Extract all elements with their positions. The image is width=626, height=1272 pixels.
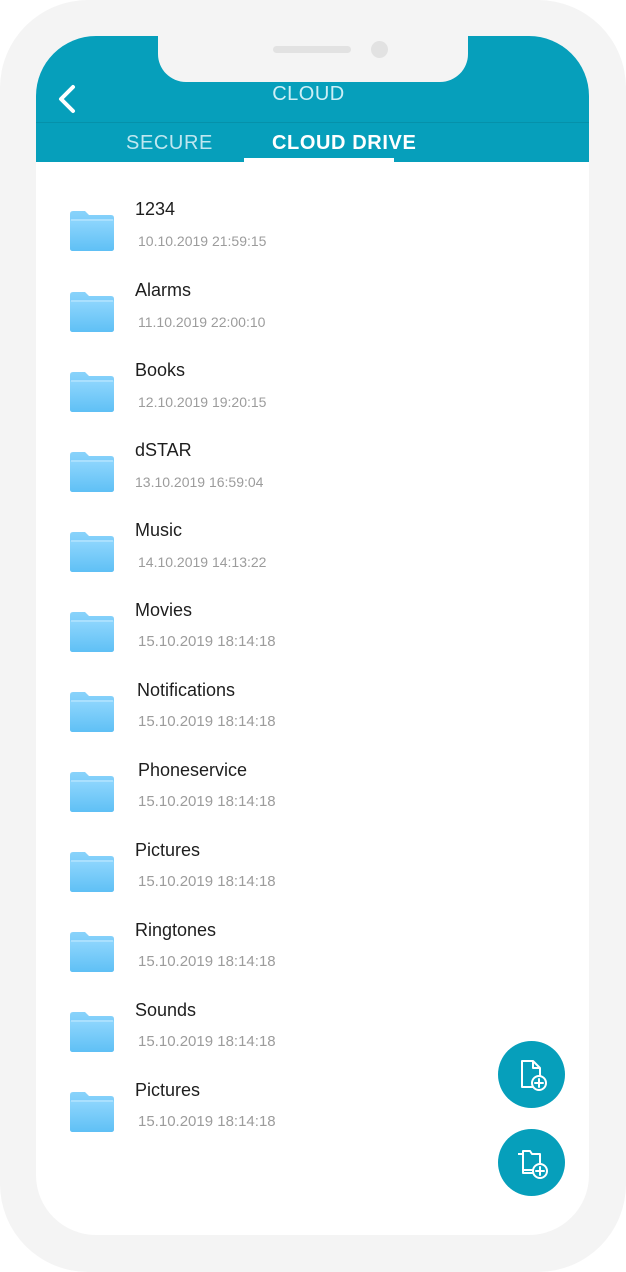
folder-date: 14.10.2019 14:13:22 xyxy=(138,554,267,570)
folder-icon xyxy=(68,691,116,733)
folder-name: Movies xyxy=(135,600,193,620)
folder-name: Sounds xyxy=(135,1000,197,1020)
folder-date: 10.10.2019 21:59:15 xyxy=(138,233,267,249)
folder-icon xyxy=(68,611,116,653)
folder-icon xyxy=(68,851,116,893)
folder-name: Ringtones xyxy=(135,920,217,940)
folder-date: 15.10.2019 18:14:18 xyxy=(138,793,276,810)
folder-name: Books xyxy=(135,360,186,380)
folder-icon xyxy=(68,771,116,813)
active-tab-indicator xyxy=(244,158,394,162)
folder-icon xyxy=(68,451,116,493)
folder-icon xyxy=(68,291,116,333)
folder-icon xyxy=(68,1011,116,1053)
folder-name: Notifications xyxy=(137,680,236,700)
folder-date: 12.10.2019 19:20:15 xyxy=(138,394,267,410)
folder-date: 15.10.2019 18:14:18 xyxy=(138,1113,276,1130)
folder-icon xyxy=(68,371,116,413)
list-item[interactable]: Books 12.10.2019 19:20:15 xyxy=(36,360,589,449)
speaker-grille xyxy=(273,46,351,53)
folder-date: 13.10.2019 16:59:04 xyxy=(135,474,264,490)
list-item[interactable]: Alarms 11.10.2019 22:00:10 xyxy=(36,280,589,369)
folder-icon xyxy=(68,531,116,573)
folder-icon xyxy=(68,931,116,973)
folder-icon xyxy=(68,210,116,252)
tab-divider xyxy=(36,122,589,123)
folder-plus-icon xyxy=(517,1149,548,1179)
folder-date: 15.10.2019 18:14:18 xyxy=(138,713,276,730)
list-item[interactable]: 1234 10.10.2019 21:59:15 xyxy=(36,199,589,288)
folder-date: 15.10.2019 18:14:18 xyxy=(138,633,276,650)
add-file-button[interactable] xyxy=(498,1041,565,1108)
tab-secure[interactable]: SECURE xyxy=(126,132,213,155)
list-item[interactable]: dSTAR 13.10.2019 16:59:04 xyxy=(36,440,589,529)
folder-date: 15.10.2019 18:14:18 xyxy=(138,873,276,890)
folder-date: 15.10.2019 18:14:18 xyxy=(138,953,276,970)
folder-name: Pictures xyxy=(135,840,201,860)
folder-name: 1234 xyxy=(135,199,176,219)
folder-date: 11.10.2019 22:00:10 xyxy=(138,314,266,330)
file-plus-icon xyxy=(520,1059,547,1091)
folder-name: Phoneservice xyxy=(138,760,248,780)
folder-name: Alarms xyxy=(135,280,192,300)
page-title: CLOUD xyxy=(272,83,345,105)
list-item[interactable]: Notifications 15.10.2019 18:14:18 xyxy=(36,680,589,769)
list-item[interactable]: Ringtones 15.10.2019 18:14:18 xyxy=(36,920,589,1009)
folder-icon xyxy=(68,1091,116,1133)
phone-notch xyxy=(158,36,468,82)
folder-name: Pictures xyxy=(135,1080,201,1100)
header-bar: CLOUD SECURE CLOUD DRIVE xyxy=(36,36,589,162)
tab-cloud-drive[interactable]: CLOUD DRIVE xyxy=(272,132,416,155)
list-item[interactable]: Movies 15.10.2019 18:14:18 xyxy=(36,600,589,689)
folder-name: Music xyxy=(135,520,183,540)
folder-name: dSTAR xyxy=(135,440,192,460)
list-item[interactable]: Phoneservice 15.10.2019 18:14:18 xyxy=(36,760,589,849)
folder-date: 15.10.2019 18:14:18 xyxy=(138,1033,276,1050)
list-item[interactable]: Music 14.10.2019 14:13:22 xyxy=(36,520,589,609)
phone-frame: CLOUD SECURE CLOUD DRIVE 1234 10.10.2019… xyxy=(0,0,626,1272)
list-item[interactable]: Pictures 15.10.2019 18:14:18 xyxy=(36,840,589,929)
add-folder-button[interactable] xyxy=(498,1129,565,1196)
screen: CLOUD SECURE CLOUD DRIVE 1234 10.10.2019… xyxy=(36,36,589,1235)
front-camera xyxy=(371,41,388,58)
